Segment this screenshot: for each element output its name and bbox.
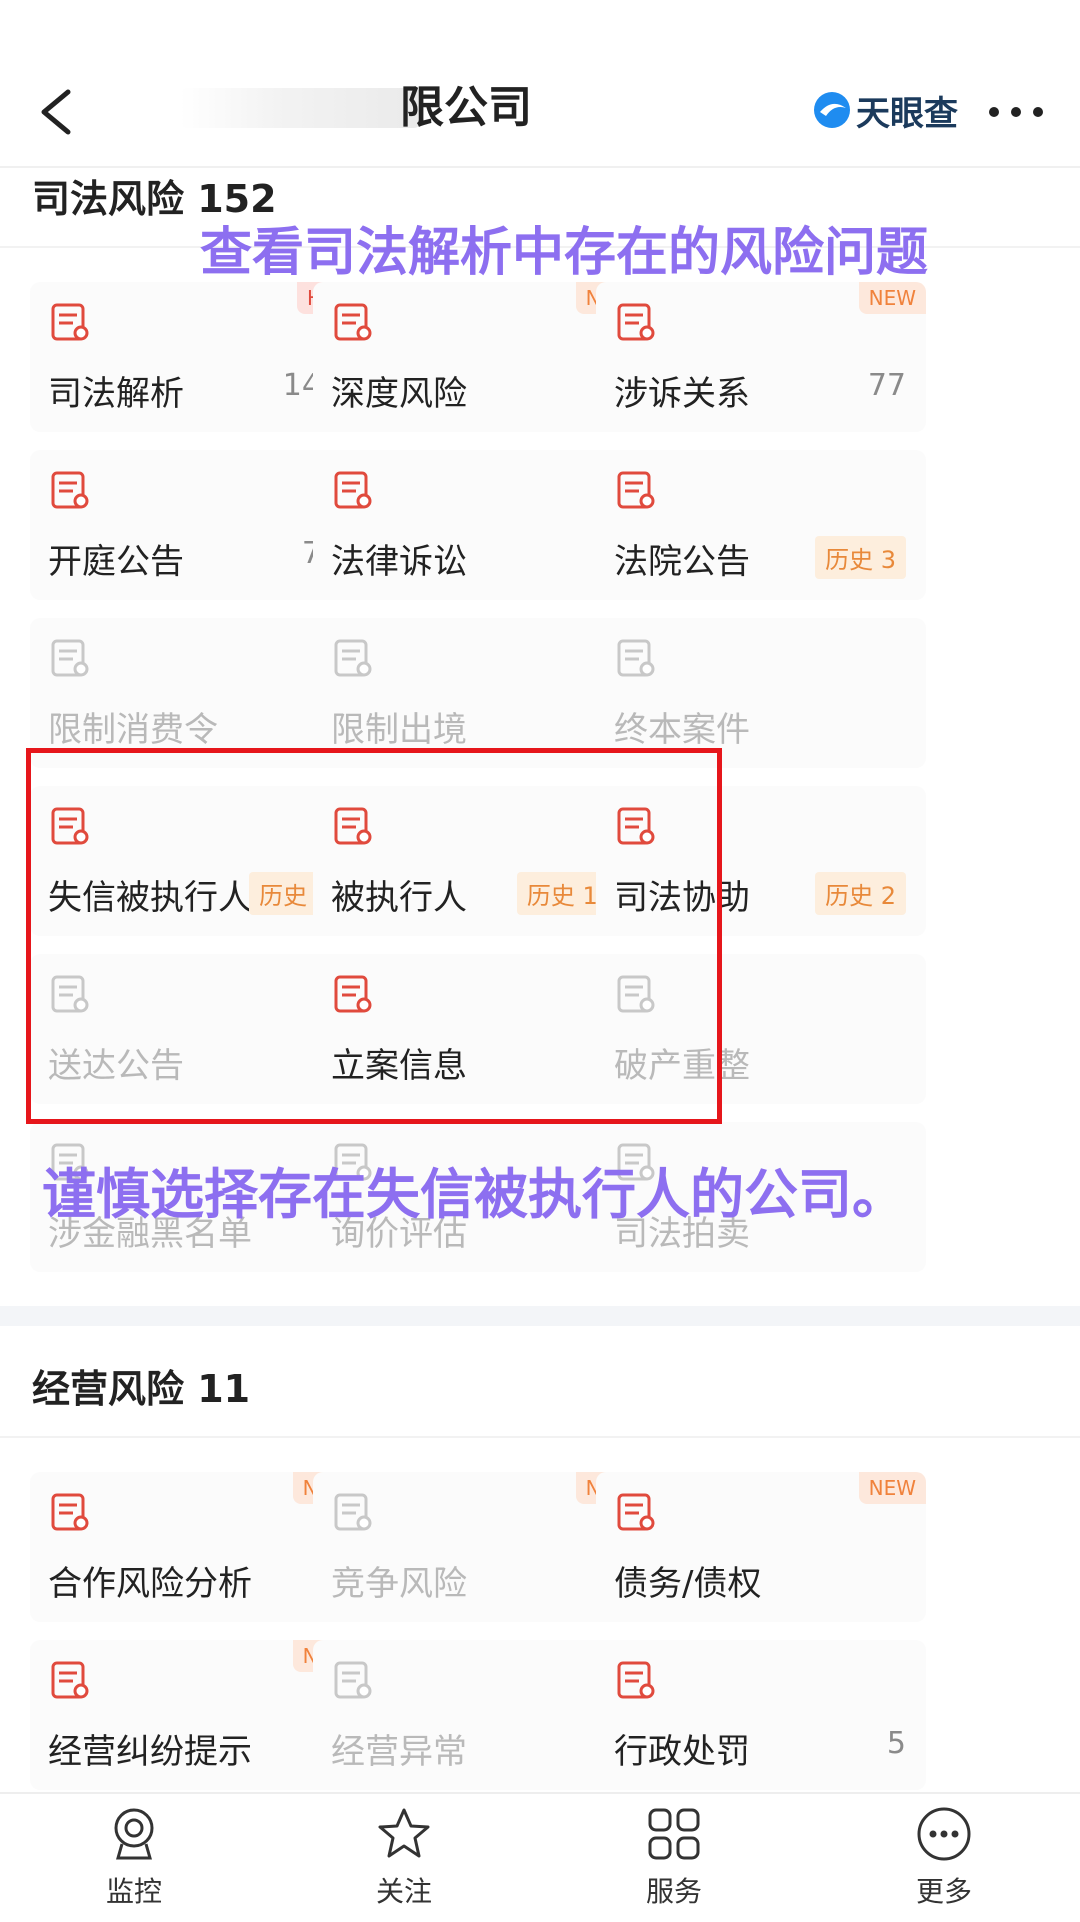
risk-card[interactable]: 开庭公告72 — [30, 450, 360, 600]
risk-card[interactable]: 经营纠纷提示4NEW — [30, 1640, 360, 1790]
shield-icon — [614, 804, 658, 848]
tab-service[interactable]: 服务 — [594, 1804, 754, 1914]
risk-card-label: 失信被执行人 — [48, 878, 252, 918]
risk-card-label: 开庭公告 — [48, 542, 184, 582]
risk-card[interactable]: 法律诉讼2 — [313, 450, 643, 600]
status-badge: NEW — [858, 1472, 926, 1504]
tab-label: 关注 — [375, 1875, 432, 1908]
risk-card-count: 5 — [886, 1726, 906, 1761]
risk-card[interactable]: 深度风险NEW — [313, 282, 643, 432]
risk-card-label: 限制出境 — [331, 710, 467, 750]
risk-card[interactable]: 涉诉关系 77 NEW — [596, 282, 926, 432]
scales-icon — [331, 468, 375, 512]
risk-card-label: 涉诉关系 — [614, 374, 750, 414]
court-search-icon — [331, 804, 375, 848]
debt-icon — [614, 1490, 658, 1534]
filing-icon — [331, 972, 375, 1016]
status-badge: NEW — [858, 282, 926, 314]
risk-card[interactable]: 立案信息1 — [313, 954, 643, 1104]
risk-card-label: 司法协助 — [614, 878, 750, 918]
risk-card-label: 送达公告 — [48, 1046, 184, 1086]
star-icon — [378, 1808, 430, 1858]
mail-icon — [48, 972, 92, 1016]
document-icon — [48, 468, 92, 512]
risk-card-count: 77 — [867, 368, 906, 403]
tab-monitor[interactable]: 监控 — [54, 1804, 214, 1914]
page-title: 限公司 — [400, 82, 532, 133]
section-separator — [0, 1306, 1080, 1326]
id-card-icon — [48, 804, 92, 848]
tab-label: 更多 — [915, 1875, 972, 1908]
risk-card-label: 合作风险分析 — [48, 1564, 252, 1604]
risk-card[interactable]: 经营异常 — [313, 1640, 643, 1790]
building-icon — [48, 1658, 92, 1702]
risk-card[interactable]: 破产重整 — [596, 954, 926, 1104]
tab-follow[interactable]: 关注 — [324, 1804, 484, 1914]
risk-report-icon — [331, 300, 375, 344]
title-redacted — [180, 88, 420, 128]
risk-card-label: 司法解析 — [48, 374, 184, 414]
risk-card-label: 被执行人 — [331, 878, 467, 918]
more-circle-icon — [917, 1807, 971, 1861]
risk-card-label: 破产重整 — [614, 1046, 750, 1086]
risk-card-label: 经营纠纷提示 — [48, 1732, 252, 1772]
pk-icon — [331, 1490, 375, 1534]
cooperation-icon — [48, 1490, 92, 1534]
lawsuit-relation-icon — [614, 300, 658, 344]
more-icon[interactable] — [984, 100, 1048, 124]
risk-card[interactable]: 限制消费令 — [30, 618, 360, 768]
top-bar: 限公司 天眼查 — [0, 0, 1080, 168]
penalty-shield-icon — [614, 1658, 658, 1702]
risk-card[interactable]: 失信被执行人 历史 4 — [30, 786, 360, 936]
risk-card[interactable]: 债务/债权 NEW — [596, 1472, 926, 1622]
annotation-top: 查看司法解析中存在的风险问题 — [200, 223, 929, 283]
annotation-middle: 谨慎选择存在失信被执行人的公司。 — [42, 1163, 906, 1226]
risk-card-label: 法院公告 — [614, 542, 750, 582]
plane-icon — [331, 636, 375, 680]
tab-label: 服务 — [645, 1875, 702, 1908]
tab-label: 监控 — [105, 1875, 162, 1908]
tianyancha-logo-icon — [814, 92, 850, 128]
risk-card[interactable]: 终本案件 — [596, 618, 926, 768]
history-badge: 历史 3 — [815, 536, 906, 579]
risk-card[interactable]: 司法解析142HOT — [30, 282, 360, 432]
warning-icon — [331, 1658, 375, 1702]
risk-card[interactable]: 行政处罚 5 — [596, 1640, 926, 1790]
risk-card-label: 终本案件 — [614, 710, 750, 750]
risk-card-label: 立案信息 — [331, 1046, 467, 1086]
risk-card-label: 债务/债权 — [614, 1564, 762, 1604]
bankruptcy-icon — [614, 972, 658, 1016]
back-icon[interactable] — [28, 80, 92, 144]
risk-card-label: 竞争风险 — [331, 1564, 467, 1604]
history-badge: 历史 2 — [815, 872, 906, 915]
restrict-icon — [48, 636, 92, 680]
risk-card-label: 深度风险 — [331, 374, 467, 414]
risk-card-label: 经营异常 — [331, 1732, 467, 1772]
risk-card-label: 限制消费令 — [48, 710, 218, 750]
grid-icon — [648, 1808, 700, 1860]
risk-card-label: 法律诉讼 — [331, 542, 467, 582]
risk-card[interactable]: 合作风险分析NEW — [30, 1472, 360, 1622]
case-edit-icon — [614, 636, 658, 680]
risk-card[interactable]: 限制出境 — [313, 618, 643, 768]
risk-card[interactable]: 竞争风险NEW — [313, 1472, 643, 1622]
section-title-operation: 经营风险 11 — [32, 1367, 251, 1411]
analysis-icon — [48, 300, 92, 344]
bottom-tab-bar: 监控 关注 服务 更多 — [0, 1792, 1080, 1922]
section-divider — [0, 1436, 1080, 1438]
risk-card[interactable]: 司法协助 历史 2 — [596, 786, 926, 936]
brand-name: 天眼查 — [856, 93, 958, 134]
risk-card-label: 行政处罚 — [614, 1732, 750, 1772]
risk-card[interactable]: 被执行人 历史 13 — [313, 786, 643, 936]
calendar-icon — [614, 468, 658, 512]
risk-card[interactable]: 法院公告 历史 3 — [596, 450, 926, 600]
tab-more[interactable]: 更多 — [864, 1804, 1024, 1914]
camera-icon — [114, 1808, 154, 1860]
brand-logo: 天眼查 — [812, 84, 958, 136]
risk-card[interactable]: 送达公告 — [30, 954, 360, 1104]
